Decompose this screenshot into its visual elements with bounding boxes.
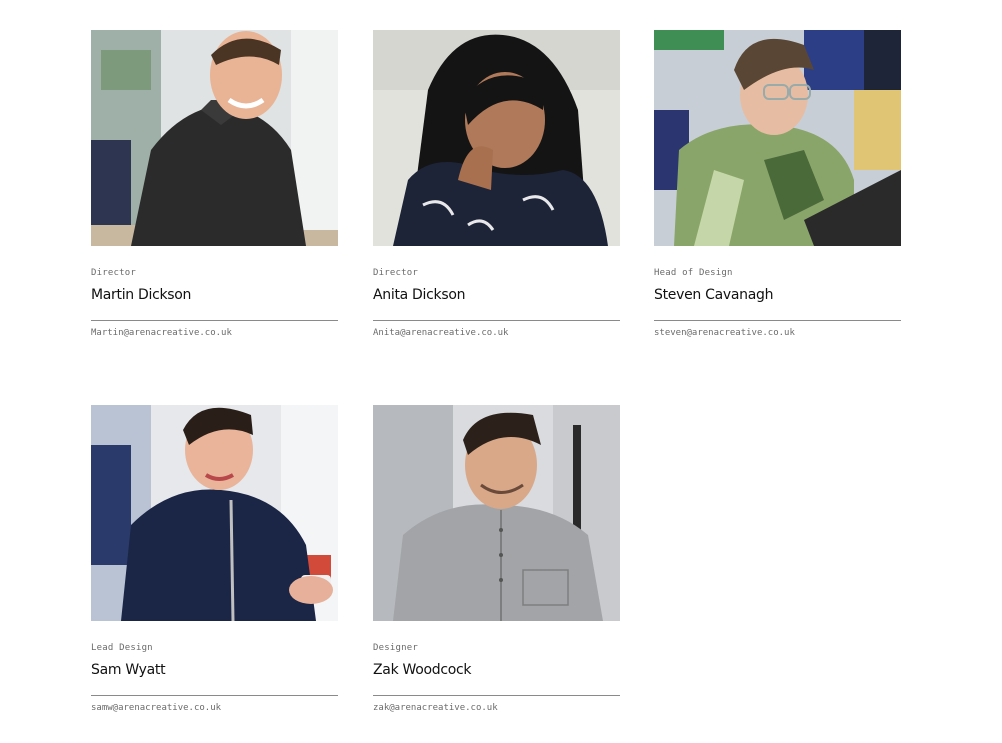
team-name: Zak Woodcock [373,662,472,678]
divider [373,695,620,696]
team-email-link[interactable]: samw@arenacreative.co.uk [91,703,338,714]
team-card: Designer Zak Woodcock zak@arenacreative.… [373,405,620,714]
team-photo [654,30,901,246]
team-card: Head of Design Steven Cavanagh steven@ar… [654,30,901,339]
team-email-link[interactable]: steven@arenacreative.co.uk [654,328,901,339]
team-role: Designer [373,643,418,653]
team-role: Lead Design [91,643,153,653]
team-card: Lead Design Sam Wyatt samw@arenacreative… [91,405,338,714]
team-card: Director Anita Dickson Anita@arenacreati… [373,30,620,339]
team-card: Director Martin Dickson Martin@arenacrea… [91,30,338,339]
team-name: Anita Dickson [373,287,466,303]
divider [91,695,338,696]
divider [91,320,338,321]
divider [654,320,901,321]
team-email-link[interactable]: zak@arenacreative.co.uk [373,703,620,714]
team-name: Sam Wyatt [91,662,166,678]
team-name: Steven Cavanagh [654,287,774,303]
team-email-link[interactable]: Martin@arenacreative.co.uk [91,328,338,339]
team-role: Head of Design [654,268,733,278]
team-role: Director [373,268,418,278]
team-email-link[interactable]: Anita@arenacreative.co.uk [373,328,620,339]
team-photo [373,405,620,621]
team-photo [91,405,338,621]
team-role: Director [91,268,136,278]
divider [373,320,620,321]
team-name: Martin Dickson [91,287,192,303]
team-photo [91,30,338,246]
team-photo [373,30,620,246]
